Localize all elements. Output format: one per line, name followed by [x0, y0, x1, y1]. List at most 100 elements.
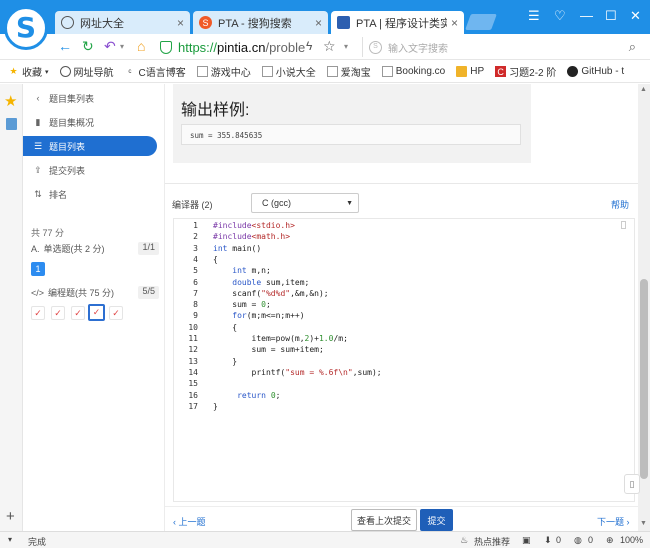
code-line[interactable]: int main()	[213, 244, 261, 253]
bookmark-label: Booking.co	[395, 66, 446, 77]
bookmark-item[interactable]: HP	[456, 66, 484, 77]
sidebar-item-overview[interactable]: ▮ 题目集概况	[23, 112, 157, 132]
help-link[interactable]: 帮助	[611, 198, 629, 211]
next-problem-link[interactable]: 下一题 ›	[597, 515, 630, 528]
question-box[interactable]: ✓	[31, 306, 45, 320]
bookmark-label: C语言博客	[138, 68, 186, 79]
question-box[interactable]: ✓	[71, 306, 85, 320]
maximize-icon[interactable]: ☐	[605, 8, 617, 24]
chevron-down-icon[interactable]: ▾	[344, 42, 348, 51]
question-box[interactable]: ✓	[51, 306, 65, 320]
section-label: 编程题(共 75 分)	[48, 288, 115, 298]
close-icon[interactable]: ×	[451, 16, 458, 30]
bookmark-item[interactable]: 小说大全	[261, 64, 316, 79]
book-icon[interactable]	[6, 118, 17, 130]
line-number: 12	[188, 345, 198, 355]
download-icon[interactable]: ⬇	[544, 535, 552, 546]
refresh-icon[interactable]: ↻	[82, 38, 94, 55]
bookmark-label: 收藏	[22, 68, 42, 79]
bookmark-item[interactable]: ᶜ C语言博客	[125, 64, 186, 80]
new-tab-button[interactable]	[465, 14, 497, 30]
close-window-icon[interactable]: ✕	[630, 8, 641, 24]
code-line[interactable]: #include<stdio.h>	[213, 221, 295, 230]
code-line[interactable]: int m,n;	[213, 266, 271, 275]
tab-url-directory[interactable]: 网址大全 ×	[55, 11, 190, 34]
menu-icon[interactable]: ☰	[528, 8, 540, 24]
code-line[interactable]: {	[213, 255, 218, 264]
search-input[interactable]: 输入文字搜索	[388, 40, 448, 55]
code-line[interactable]: printf("sum = %.6f\n",sum);	[213, 368, 382, 377]
code-line[interactable]: }	[213, 357, 237, 366]
question-box-selected[interactable]: ✓	[88, 304, 105, 321]
zoom-level[interactable]: 100%	[620, 535, 643, 545]
submit-button[interactable]: 提交	[420, 509, 453, 531]
back-to-problem-sets[interactable]: ‹ 题目集列表	[23, 88, 157, 108]
code-editor[interactable]: 1 2 3 4 5 6 7 8 9 10 11 12 13 14 15 16 17 #include<stdio…	[173, 218, 635, 502]
code-line[interactable]: #include<math.h>	[213, 232, 290, 241]
favorite-star-icon[interactable]: ☆	[323, 38, 336, 55]
editor-scrollbar[interactable]	[621, 221, 626, 229]
code-line[interactable]: item=pow(m,2)+1.0/m;	[213, 334, 348, 343]
compiler-select[interactable]: C (gcc) ▼	[251, 193, 359, 213]
zoom-icon[interactable]: ⊕	[606, 535, 614, 546]
sidebar-item-problem-list[interactable]: ☰ 题目列表	[23, 136, 157, 156]
github-icon	[567, 66, 579, 77]
code-line[interactable]: double sum,item;	[213, 278, 309, 287]
back-icon[interactable]: ←	[58, 38, 72, 54]
bookmark-item[interactable]: Booking.co	[381, 66, 446, 77]
undo-icon[interactable]: ↶	[104, 38, 116, 55]
code-line[interactable]: scanf("%d%d",&m,&n);	[213, 289, 328, 298]
browser-logo[interactable]: S	[4, 6, 48, 50]
shield-icon[interactable]: ◍	[574, 535, 582, 546]
chevron-right-icon: ›	[624, 517, 630, 527]
lightning-icon[interactable]: ϟ	[306, 39, 312, 53]
scroll-up-icon[interactable]: ▲	[640, 86, 647, 93]
bookmark-item[interactable]: C 习题2-2 阶	[495, 64, 556, 79]
star-icon[interactable]: ★	[4, 92, 17, 110]
code-line[interactable]: }	[213, 402, 218, 411]
scroll-down-icon[interactable]: ▼	[640, 520, 647, 527]
scrollbar-thumb[interactable]	[640, 279, 648, 479]
line-number: 8	[193, 300, 198, 310]
bookmark-label: GitHub - t	[581, 66, 625, 77]
close-icon[interactable]: ×	[315, 16, 322, 30]
pta-icon: C	[495, 66, 507, 77]
bookmark-favorites[interactable]: ★ 收藏 ▾	[8, 64, 48, 79]
tab-sogou-search[interactable]: S PTA - 搜狗搜索 ×	[193, 11, 328, 34]
bookmark-item[interactable]: GitHub - t	[567, 66, 624, 77]
close-icon[interactable]: ×	[177, 16, 184, 30]
minimize-icon[interactable]: —	[580, 8, 593, 23]
tab-pta-problem[interactable]: PTA | 程序设计类实验辅 ×	[331, 11, 464, 34]
hot-recommend-link[interactable]: 热点推荐	[474, 535, 510, 548]
previous-problem-link[interactable]: ‹ 上一题	[173, 515, 206, 528]
bookmark-item[interactable]: 游戏中心	[196, 64, 251, 79]
feedback-icon[interactable]: ▯	[624, 474, 640, 494]
code-line[interactable]: for(m;m<=n;m++)	[213, 311, 304, 320]
editor-footer: ‹ 上一题 查看上次提交 提交 下一题 ›	[165, 506, 638, 531]
search-icon[interactable]: ⌕	[629, 39, 636, 55]
bookmark-item[interactable]: 爱淘宝	[326, 64, 371, 79]
code-line[interactable]: {	[213, 323, 237, 332]
page-icon	[326, 66, 338, 77]
font-icon: A.	[31, 244, 40, 254]
next-label: 下一题	[597, 517, 625, 527]
question-box[interactable]: ✓	[109, 306, 123, 320]
address-toolbar: ← ↻ ↶ ▾ ⌂ https://pintia.cn/proble ϟ ☆ ▾…	[0, 34, 650, 60]
bookmark-item[interactable]: 网址导航	[59, 64, 114, 79]
search-box[interactable]: S 输入文字搜索 ⌕	[362, 37, 644, 57]
code-line[interactable]: sum = 0;	[213, 300, 271, 309]
media-icon[interactable]: ▣	[522, 535, 531, 546]
question-box[interactable]: 1	[31, 262, 45, 276]
view-last-submission-button[interactable]: 查看上次提交	[351, 509, 417, 531]
chevron-down-icon[interactable]: ▾	[120, 42, 124, 51]
sidebar-item-ranking[interactable]: ⇅ 排名	[23, 184, 157, 204]
code-line[interactable]: sum = sum+item;	[213, 345, 324, 354]
chevron-down-icon[interactable]: ▾	[8, 535, 12, 544]
home-icon[interactable]: ⌂	[137, 38, 145, 54]
sidebar-item-submissions[interactable]: ⇪ 提交列表	[23, 160, 157, 180]
add-icon[interactable]: +	[6, 508, 15, 525]
hot-icon: ♨	[460, 535, 469, 545]
code-line[interactable]: return 0;	[213, 391, 280, 400]
skin-icon[interactable]: ♡	[554, 8, 566, 24]
page-scrollbar[interactable]: ▲ ▼	[638, 84, 650, 531]
